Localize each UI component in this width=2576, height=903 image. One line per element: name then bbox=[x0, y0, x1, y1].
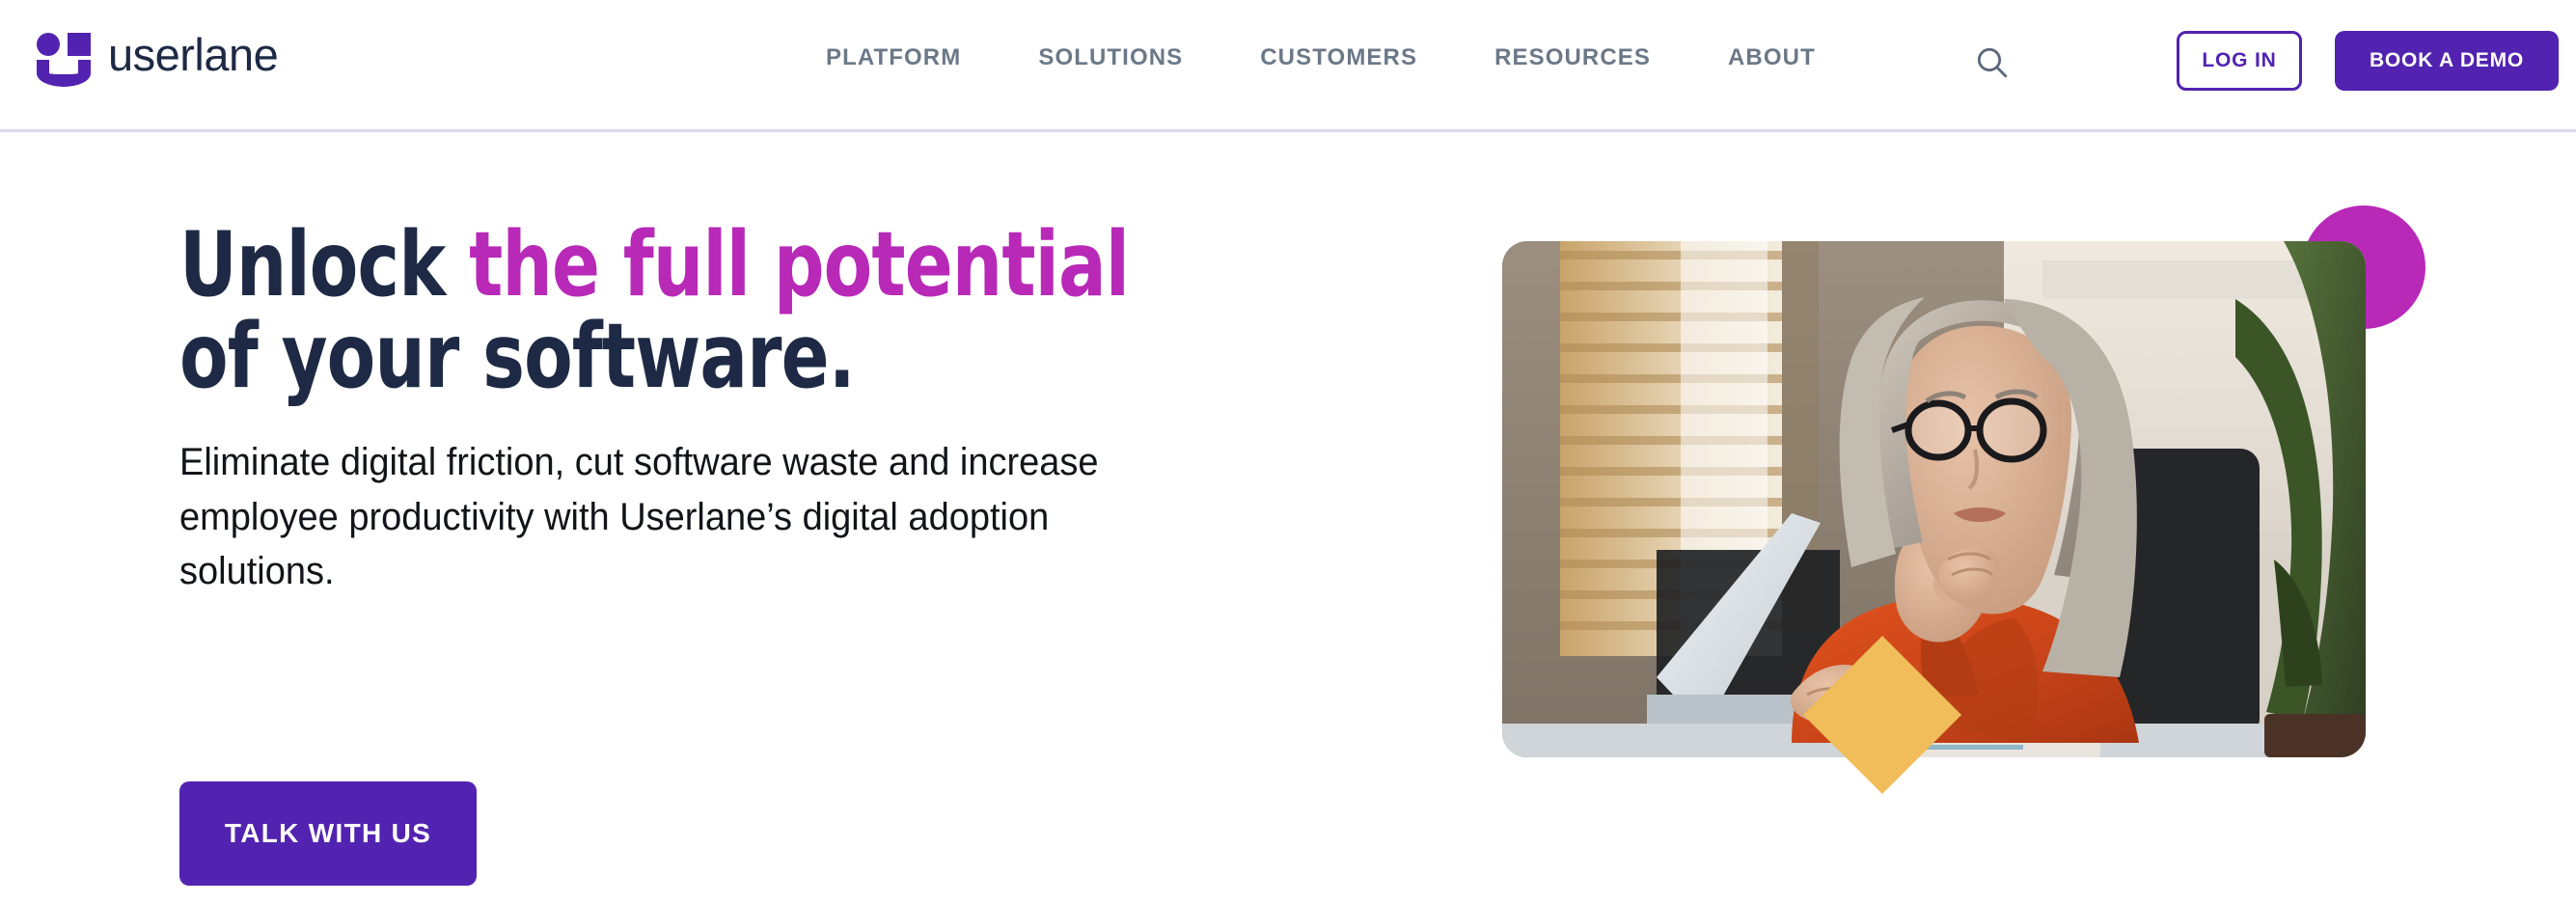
logo-eye-circle-icon bbox=[37, 33, 60, 56]
talk-with-us-button[interactable]: TALK WITH US bbox=[179, 781, 477, 886]
headline-accent: the full potential bbox=[469, 212, 1130, 316]
search-icon bbox=[1977, 47, 2008, 78]
search-button[interactable] bbox=[1966, 37, 2018, 89]
nav-item-about[interactable]: ABOUT bbox=[1728, 44, 1816, 71]
hero-photo-illustration bbox=[1502, 241, 2366, 757]
headline-line-2: of your software. bbox=[179, 303, 856, 408]
page-title: Unlock the full potential of your softwa… bbox=[179, 219, 1130, 408]
nav-item-platform[interactable]: PLATFORM bbox=[826, 44, 961, 71]
book-demo-button[interactable]: BOOK A DEMO bbox=[2335, 31, 2559, 91]
hero-subcopy: Eliminate digital friction, cut software… bbox=[179, 440, 1099, 593]
logo-eye-square-icon bbox=[68, 33, 91, 56]
userlane-smiley-icon bbox=[37, 27, 91, 87]
login-button[interactable]: LOG IN bbox=[2177, 31, 2302, 91]
hero-section: Unlock the full potential of your softwa… bbox=[0, 132, 2576, 903]
logo-wordmark: userlane bbox=[108, 28, 279, 80]
nav-item-resources[interactable]: RESOURCES bbox=[1494, 44, 1651, 71]
page-root: userlane PLATFORM SOLUTIONS CUSTOMERS RE… bbox=[0, 0, 2576, 903]
logo-smile-icon bbox=[37, 60, 91, 87]
hero-visual bbox=[1447, 132, 2508, 807]
headline-part-1: Unlock bbox=[179, 212, 470, 316]
nav-item-customers[interactable]: CUSTOMERS bbox=[1260, 44, 1417, 71]
nav-item-solutions[interactable]: SOLUTIONS bbox=[1038, 44, 1183, 71]
site-header: userlane PLATFORM SOLUTIONS CUSTOMERS RE… bbox=[0, 0, 2576, 132]
hero-copy-block: Unlock the full potential of your softwa… bbox=[179, 219, 1241, 886]
primary-navigation: PLATFORM SOLUTIONS CUSTOMERS RESOURCES A… bbox=[826, 44, 1816, 71]
logo-link[interactable]: userlane bbox=[37, 27, 279, 87]
hero-image bbox=[1502, 241, 2366, 757]
